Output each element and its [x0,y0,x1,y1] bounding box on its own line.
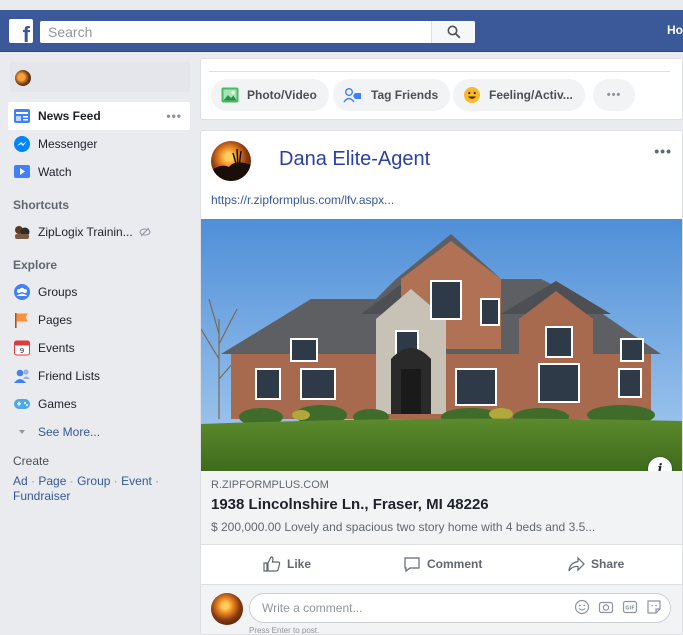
profile-shortcut[interactable] [10,62,190,92]
comment-input[interactable] [250,594,540,622]
create-fundraiser-link[interactable]: Fundraiser [13,489,70,503]
sidebar-item-label: Messenger [38,137,98,151]
photo-video-button[interactable]: Photo/Video [211,79,329,111]
tag-friends-label: Tag Friends [371,88,439,102]
svg-text:GIF: GIF [625,606,634,612]
share-arrow-icon [567,555,585,573]
messenger-icon [13,135,31,153]
create-group-link[interactable]: Group [77,474,110,488]
avatar [211,593,243,625]
link-preview[interactable]: R.ZIPFORMPLUS.COM 1938 Lincolnshire Ln.,… [201,471,682,545]
create-ad-link[interactable]: Ad [13,474,28,488]
create-event-link[interactable]: Event [121,474,152,488]
top-navigation-bar: f Ho [0,10,683,52]
avatar [15,70,31,86]
more-icon: ••• [606,89,622,101]
sidebar-item-label: Events [38,341,75,355]
hidden-eye-icon[interactable] [139,227,151,237]
press-enter-hint: Press Enter to post. [249,626,320,635]
create-links: Ad · Page · Group · Event · Fundraiser [13,474,160,503]
games-controller-icon [13,395,31,413]
sidebar-item-friend-lists[interactable]: Friend Lists [8,362,190,390]
comment-box: GIF [249,593,671,623]
photo-video-label: Photo/Video [247,88,317,102]
link-domain: R.ZIPFORMPLUS.COM [211,479,329,491]
like-label: Like [287,557,312,571]
home-link[interactable]: Ho [667,23,683,37]
comment-label: Comment [427,557,483,571]
post-author-name[interactable]: Dana Elite-Agent [279,148,430,171]
divider [209,71,670,72]
search-bar [40,21,475,43]
link-title: 1938 Lincolnshire Ln., Fraser, MI 48226 [211,496,489,513]
explore-heading: Explore [13,258,58,272]
sidebar-item-label: Games [38,397,77,411]
post-link-url[interactable]: https://r.zipformplus.com/lfv.aspx... [211,193,394,207]
share-button[interactable]: Share [567,555,624,573]
sidebar-item-label: News Feed [38,109,101,123]
sidebar-item-label: Watch [38,165,72,179]
shortcuts-heading: Shortcuts [13,198,70,212]
post-actions: Like Comment Share [201,545,682,585]
gif-icon[interactable]: GIF [622,599,638,615]
sidebar-item-label: Friend Lists [38,369,101,383]
tag-friends-icon [343,87,363,103]
feed-post: Dana Elite-Agent ••• https://r.zipformpl… [200,130,683,635]
svg-text:9: 9 [20,347,24,355]
events-calendar-icon: 9 [13,339,31,357]
post-composer: Photo/Video Tag Friends Feeling/Activ...… [200,58,683,120]
emoji-icon[interactable] [574,599,590,615]
news-feed-icon [13,107,31,125]
comment-composer: GIF Press Enter to post. [201,585,682,635]
like-button[interactable]: Like [263,555,311,573]
tag-friends-button[interactable]: Tag Friends [333,79,451,111]
comment-bubble-icon [403,555,421,573]
watch-icon [13,163,31,181]
sidebar-item-news-feed[interactable]: News Feed ••• [8,102,190,130]
sidebar-item-pages[interactable]: Pages [8,306,190,334]
composer-more-button[interactable]: ••• [593,79,635,111]
facebook-logo-icon[interactable]: f [9,19,33,46]
chevron-down-icon [13,423,31,441]
feeling-activity-label: Feeling/Activ... [489,88,573,102]
sidebar-item-label: Groups [38,285,78,299]
house-photo[interactable] [201,219,682,471]
news-feed-options-button[interactable]: ••• [166,109,182,123]
sidebar-item-groups[interactable]: Groups [8,278,190,306]
groups-icon [13,283,31,301]
pages-flag-icon [13,311,31,329]
comment-button[interactable]: Comment [403,555,482,573]
photo-video-icon [221,87,239,103]
ziplogix-group-icon [13,223,31,241]
friend-lists-icon [13,367,31,385]
left-sidebar: News Feed ••• Messenger Watch Shortcuts … [8,62,190,504]
sticker-icon[interactable] [646,599,662,615]
sidebar-item-label: See More... [38,425,101,439]
search-button[interactable] [431,21,475,43]
sidebar-item-messenger[interactable]: Messenger [8,130,190,158]
sidebar-item-ziplogix[interactable]: ZipLogix Trainin... [8,218,190,246]
create-page-link[interactable]: Page [38,474,66,488]
camera-icon[interactable] [598,599,614,615]
feeling-activity-button[interactable]: Feeling/Activ... [453,79,585,111]
search-input[interactable] [40,21,430,43]
share-label: Share [591,557,625,571]
sidebar-item-see-more[interactable]: See More... [8,418,190,446]
sidebar-item-label: ZipLogix Trainin... [38,225,133,239]
search-icon [447,25,460,39]
feeling-emoji-icon [463,86,481,104]
post-options-button[interactable]: ••• [654,143,672,159]
avatar[interactable] [211,141,251,181]
thumbs-up-icon [263,555,281,573]
sidebar-item-label: Pages [38,313,73,327]
sidebar-item-games[interactable]: Games [8,390,190,418]
sidebar-item-events[interactable]: 9 Events [8,334,190,362]
create-heading: Create [13,454,50,468]
link-description: $ 200,000.00 Lovely and spacious two sto… [211,520,596,534]
sidebar-item-watch[interactable]: Watch [8,158,190,186]
